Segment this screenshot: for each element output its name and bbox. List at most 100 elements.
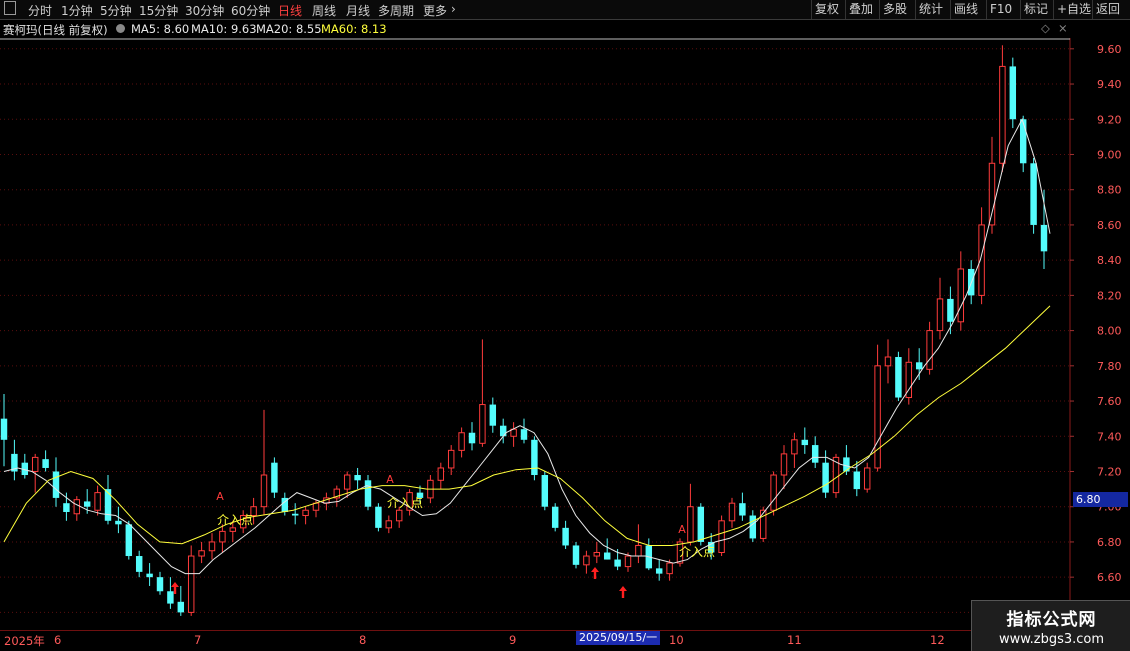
candle [447,445,455,476]
price-tick-label: 7.80 [1097,360,1122,373]
candle [0,394,8,467]
candle-body [468,432,476,444]
candle-body [915,362,923,370]
price-tick-label: 9.40 [1097,78,1122,91]
candle-body [957,268,965,323]
candle [354,467,361,490]
candle-body [94,492,101,511]
candle-body [1040,224,1048,252]
candle-body [219,530,226,543]
candle-body [926,330,933,370]
candle [364,475,372,511]
candle-body [499,425,507,437]
candle [104,475,112,525]
signal-a-label: A [678,523,686,536]
candle [208,533,216,560]
month-label: 6 [54,633,62,647]
candle [375,503,382,532]
candle [458,427,465,458]
month-label: 9 [509,633,517,647]
price-tick-label: 9.00 [1097,148,1122,161]
candle-body [520,429,528,440]
candle-body [42,459,49,468]
candle-body [655,568,663,574]
candle [52,457,60,507]
kline-chart[interactable]: 9.60 9.40 9.20 9.00 8.80 8.60 8.40 8.20 8.00 7.80… [0,0,1130,650]
candle-body [83,501,91,507]
candle [957,251,965,331]
candle-body [895,357,902,398]
candle [323,492,330,511]
candle-body [780,453,788,476]
candle-body [791,439,798,455]
price-tick-label: 8.80 [1097,184,1122,197]
candle-body [884,356,892,367]
entry-point-label: 介入点 [679,545,715,559]
candle-body [759,509,767,539]
candle-body [770,474,777,511]
candle-body [63,503,70,512]
candle-body [614,559,621,567]
candle-body [1009,66,1017,120]
candle-body [541,475,549,507]
candle-body [271,462,278,493]
candle [260,409,268,516]
candle [167,577,174,609]
candle [583,550,590,574]
candle [437,462,445,490]
month-label: 11 [787,633,802,647]
month-label: 12 [930,633,945,647]
candle-body [988,162,996,226]
candle-body [718,520,725,554]
candle-body [853,471,861,490]
candle-body [603,552,611,560]
candle-body [187,555,195,613]
candle-body [437,467,445,481]
candle-body [635,544,642,557]
candle-body [291,513,299,516]
ma-slow-line [3,305,1051,546]
price-tick-label: 9.20 [1097,113,1122,126]
candle [801,427,809,454]
candle [489,397,497,433]
candle-body [666,562,673,575]
candle [936,277,944,340]
candle-body [447,449,455,469]
price-tick-label: 6.60 [1097,571,1122,584]
candle [687,483,694,546]
candle [541,471,549,511]
candle-body [458,432,465,451]
current-price-badge: 6.80 [1073,492,1128,507]
candle-body [354,475,361,481]
candle [115,506,122,534]
candle [73,496,81,521]
candle-body [177,601,185,613]
signal-a-label: A [386,473,394,486]
candle-body [52,471,60,498]
candle [219,524,226,553]
candle [198,541,205,564]
candle [926,321,933,375]
candle-body [31,456,39,472]
watermark-title: 指标公式网 [1006,610,1097,630]
candle-body [125,524,133,557]
candle [791,432,798,468]
candle-body [749,515,757,539]
candle [728,497,736,528]
candle [759,506,767,542]
entry-point-label: 介入点 [387,496,423,510]
month-label: 8 [359,633,367,647]
price-tick-label: 7.20 [1097,465,1122,478]
candle [385,515,393,534]
candle-body [364,480,372,507]
candle-body [489,404,497,426]
candle [895,351,902,402]
watermark: 指标公式网 www.zbgs3.com [971,600,1130,651]
candle [999,45,1006,173]
candle-body [104,489,112,521]
candle-body [583,555,590,566]
candle-body [562,527,569,546]
candle [884,339,892,384]
candle-body [551,506,559,528]
candle [645,538,653,571]
